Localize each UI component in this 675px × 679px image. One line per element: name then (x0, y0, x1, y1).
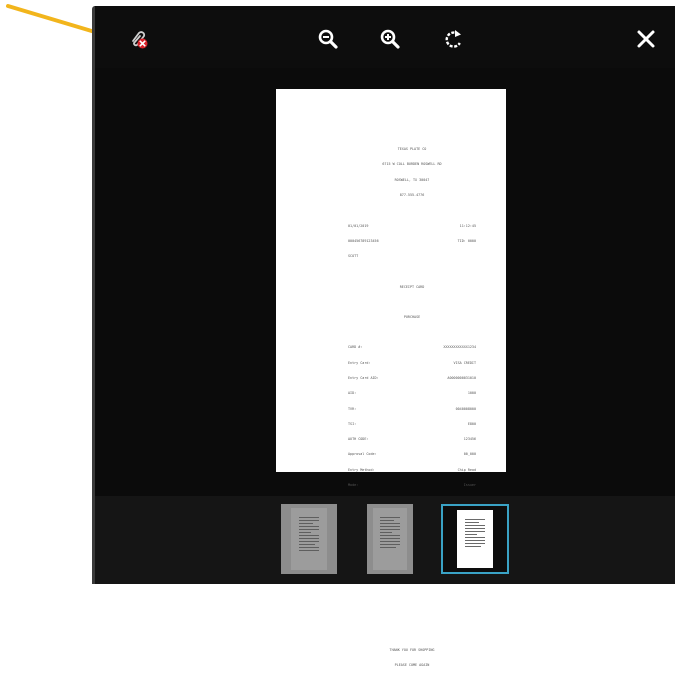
receipt-title: RECEIPT CARD (399, 284, 425, 289)
receipt-row: AUTH CODE: 123456 (348, 437, 476, 442)
close-icon[interactable] (633, 26, 659, 52)
receipt-header: 6715 W COLL BURDEN ROSWELL RD (382, 162, 442, 167)
thumbnail-3[interactable] (441, 504, 509, 574)
receipt-row: Entry Method: Chip Read (348, 467, 476, 472)
receipt-footer: PLEASE COME AGAIN (394, 663, 430, 668)
receipt-header: TEXAS PLATE CO (397, 147, 427, 152)
thumbnail-2[interactable] (367, 504, 413, 574)
receipt-footer: THANK YOU FOR SHOPPING (389, 648, 435, 653)
paperclip-delete-icon[interactable] (125, 26, 151, 52)
receipt-text: TEXAS PLATE CO 6715 W COLL BURDEN ROSWEL… (348, 137, 476, 679)
receipt-header: ROSWELL, TX 30047 (394, 177, 430, 182)
receipt-row: TVR: 0040008000 (348, 406, 476, 411)
zoom-in-icon[interactable] (377, 26, 403, 52)
rotate-icon[interactable] (441, 26, 467, 52)
thumbnail-strip (95, 496, 675, 584)
receipt-header: 877-555-4776 (399, 193, 425, 198)
receipt-subtitle: PURCHASE (403, 315, 421, 319)
receipt-row: 01/01/2019 11:12:45 (348, 223, 476, 228)
viewer-toolbar (95, 6, 675, 68)
receipt-row: AID: 1000 (348, 391, 476, 396)
receipt-row: Entry Card AID: A0000000031010 (348, 376, 476, 381)
receipt-page: TEXAS PLATE CO 6715 W COLL BURDEN ROSWEL… (276, 89, 506, 667)
receipt-row: Approval Code: 00_000 (348, 452, 476, 457)
receipt-row: TSI: E800 (348, 421, 476, 426)
receipt-row: 000456789123456 TID: 0000 (348, 238, 476, 243)
thumbnail-1[interactable] (281, 504, 337, 574)
receipt-row: CARD #: XXXXXXXXXXXX1234 (348, 345, 476, 350)
receipt-row: Mode: Issuer (348, 483, 476, 487)
zoom-out-icon[interactable] (315, 26, 341, 52)
receipt-row: SCOTT (348, 254, 359, 259)
receipt-row: Entry Card: VISA CREDIT (348, 360, 476, 365)
document-stage: TEXAS PLATE CO 6715 W COLL BURDEN ROSWEL… (95, 68, 675, 667)
document-viewer: TEXAS PLATE CO 6715 W COLL BURDEN ROSWEL… (92, 6, 675, 667)
